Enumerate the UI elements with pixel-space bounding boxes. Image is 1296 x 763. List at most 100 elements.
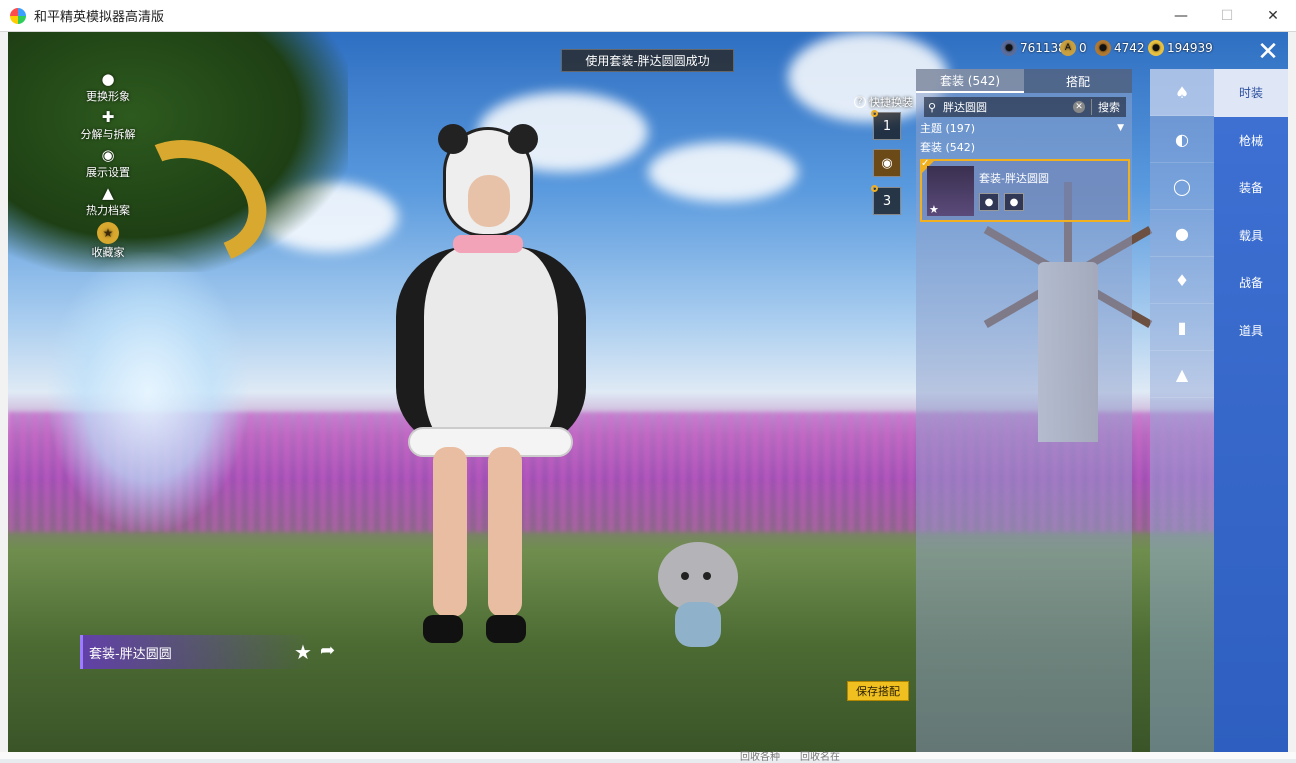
star-icon: ★ [929,203,939,216]
category-icon-column: ♠ ◐ ◯ ● ♦ ▮ ▲ [1150,69,1214,752]
panda-hood [438,124,538,237]
left-menu-label: 更换形象 [86,90,130,103]
pants-icon[interactable]: ▮ [1150,304,1214,351]
currency-token-a: A 0 [1060,40,1087,56]
success-toast: 使用套装-胖达圆圆成功 [561,49,734,72]
currency-value: 0 [1079,41,1087,55]
nav-props[interactable]: 道具 [1214,307,1288,355]
pet-body [675,602,721,647]
chevron-down-icon: ▼ [1117,123,1124,133]
outfit-name: 套装-胖达圆圆 [89,646,172,662]
clear-icon[interactable]: ✕ [1073,101,1085,113]
quick-slot-1[interactable]: 1 [871,110,901,140]
sheep-pet[interactable] [653,542,743,652]
nav-fashion[interactable]: 时装 [1214,69,1288,117]
spirit-qilin-mount [48,252,248,532]
bottom-strip [0,752,1296,759]
currency-value: 4742 [1114,41,1145,55]
left-menu-label: 展示设置 [86,166,130,179]
slot-number: 1 [882,118,892,134]
background-text: 回收各种 [740,752,780,763]
eye-icon: ◉ [101,146,115,164]
theme-filter[interactable]: 主题 (197) ▼ [920,120,1132,136]
window-controls: — ☐ ✕ [1158,0,1296,32]
person-icon: ● [101,70,115,88]
left-menu-label: 热力档案 [86,204,130,217]
close-icon[interactable]: ✕ [1252,36,1284,68]
player-character[interactable] [368,124,588,647]
search-button[interactable]: 搜索 [1091,99,1126,115]
outfit-thumbnail: ★ [927,166,974,216]
nav-guns[interactable]: 枪械 [1214,117,1288,165]
panda-ear [508,124,538,154]
left-menu-change-look[interactable]: ● 更换形象 [68,70,148,108]
app-window: 和平精英模拟器高清版 — ☐ ✕ ● 更换形象 ✚ 分解与拆解 ◉ 展示设置 ▲… [0,0,1296,763]
search-icon: ⚲ [928,100,937,114]
outfit-name-banner: 套装-胖达圆圆 [80,635,310,669]
slot-marker-icon [871,110,878,117]
tab-sets[interactable]: 套装 (542) [916,69,1024,93]
nav-equipment[interactable]: 装备 [1214,164,1288,212]
panda-shoe [486,615,526,643]
left-menu-label: 分解与拆解 [80,128,136,141]
token-a-icon: A [1060,40,1076,56]
top-icon[interactable]: ♦ [1150,257,1214,304]
outfit-part-icon[interactable]: ● [1004,193,1024,211]
shoe-icon[interactable]: ▲ [1150,351,1214,398]
token-b-icon: ● [1095,40,1111,56]
game-viewport: ● 更换形象 ✚ 分解与拆解 ◉ 展示设置 ▲ 热力档案 ★ 收藏家 使用套装-… [8,32,1288,752]
background-text: 回收名在 [800,752,840,763]
cloud [648,142,798,202]
left-menu-label: 收藏家 [91,246,125,259]
search-bar: ⚲ 胖达圆圆 ✕ 搜索 [924,97,1126,117]
share-icon[interactable]: ➦ [320,640,335,661]
maximize-button[interactable]: ☐ [1204,0,1250,32]
flame-icon: ▲ [102,184,114,202]
face-icon[interactable]: ● [1150,210,1214,257]
close-window-button[interactable]: ✕ [1250,0,1296,32]
left-menu-heat-archive[interactable]: ▲ 热力档案 [68,184,148,222]
quick-change-label[interactable]: ? 快捷换装 [854,94,913,110]
save-outfit-button[interactable]: 保存搭配 [847,681,909,701]
minimize-button[interactable]: — [1158,0,1204,32]
right-nav: 时装 枪械 装备 载具 战备 道具 [1214,69,1288,752]
nav-gear[interactable]: 战备 [1214,259,1288,307]
wardrobe-panel: 套装 (542) 搭配 ⚲ 胖达圆圆 ✕ 搜索 主题 (197) ▼ 套装 (5… [916,69,1132,752]
favorite-star-icon[interactable]: ★ [294,640,312,664]
leg [488,447,522,617]
app-logo-icon [10,7,26,24]
theme-filter-label: 主题 (197) [920,122,976,135]
panda-hoodie [396,247,586,447]
panda-shoe [423,615,463,643]
wardrobe-tabs: 套装 (542) 搭配 [916,69,1132,93]
window-title: 和平精英模拟器高清版 [34,10,165,25]
quick-slot-3[interactable]: 3 [871,185,901,215]
puzzle-icon: ✚ [101,108,115,126]
gold-coin-icon: ● [1148,40,1164,56]
outfit-item-card[interactable]: ✓ ★ 套装-胖达圆圆 ● ● [920,158,1130,222]
pet-eye [681,572,689,580]
outfit-set-icon[interactable]: ♠ [1150,69,1214,116]
hat-icon[interactable]: ◐ [1150,116,1214,163]
quick-change-text: 快捷换装 [869,96,913,109]
title-bar: 和平精英模拟器高清版 — ☐ ✕ [0,0,1296,32]
help-icon: ? [854,96,866,108]
pet-eye [703,572,711,580]
pink-bow [453,235,523,253]
collector-icon: ★ [97,222,119,244]
left-menu-display-settings[interactable]: ◉ 展示设置 [68,146,148,184]
tab-combos[interactable]: 搭配 [1024,69,1132,93]
nav-vehicles[interactable]: 载具 [1214,212,1288,260]
leg [433,447,467,617]
glasses-icon[interactable]: ◯ [1150,163,1214,210]
outfit-item-name: 套装-胖达圆圆 [979,172,1049,185]
badge-icon: ◉ [881,155,893,171]
quick-slot-2[interactable]: ◉ [873,149,901,177]
currency-gold: ● 194939 [1148,40,1213,56]
left-menu-decompose[interactable]: ✚ 分解与拆解 [68,108,148,146]
set-category-label: 套装 (542) [920,141,976,154]
left-menu-collector[interactable]: ★ 收藏家 [68,222,148,260]
set-category: 套装 (542) [920,139,1132,155]
outfit-part-icon[interactable]: ● [979,193,999,211]
search-input[interactable]: 胖达圆圆 [943,99,1073,115]
